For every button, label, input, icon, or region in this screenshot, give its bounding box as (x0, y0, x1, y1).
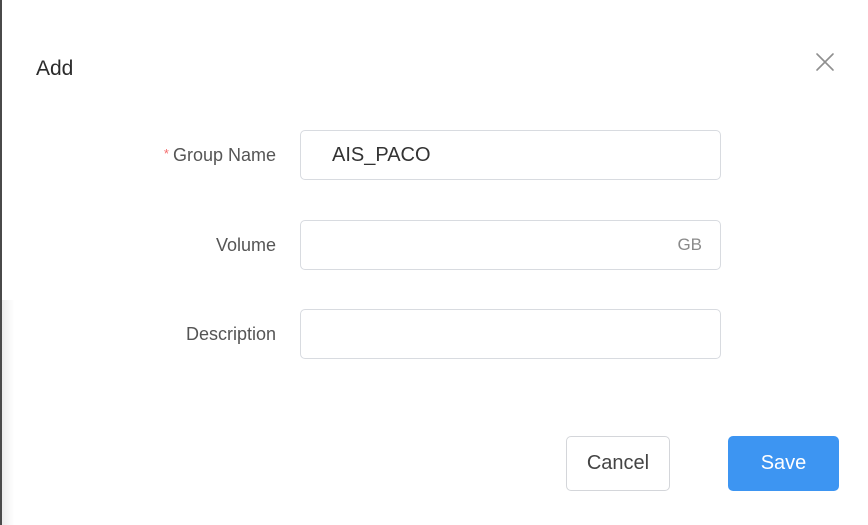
description-field (300, 309, 721, 359)
close-icon (816, 53, 834, 71)
save-button[interactable]: Save (728, 436, 839, 491)
cancel-button[interactable]: Cancel (566, 436, 670, 491)
volume-input[interactable] (301, 221, 720, 269)
dialog-title: Add (36, 57, 74, 80)
description-label: Description (185, 324, 276, 344)
volume-unit-suffix: GB (677, 235, 702, 254)
group-name-label-wrap: * Group Name (164, 130, 276, 180)
required-mark: * (163, 146, 169, 161)
group-name-row: * Group Name (14, 130, 868, 180)
add-group-dialog: Add *Group Name Volume GB Description (14, 0, 868, 525)
volume-field: GB (300, 220, 721, 270)
volume-label: Volume (215, 235, 276, 255)
description-input[interactable] (301, 310, 720, 358)
group-name-label: Group Name (172, 145, 276, 165)
close-button[interactable] (813, 50, 837, 74)
description-row: Description (14, 309, 868, 359)
page: Add *Group Name Volume GB Description (0, 0, 868, 525)
group-name-input[interactable] (301, 131, 720, 179)
volume-row: Volume GB (14, 220, 868, 270)
group-name-field (300, 130, 721, 180)
window-shadow (2, 300, 14, 525)
